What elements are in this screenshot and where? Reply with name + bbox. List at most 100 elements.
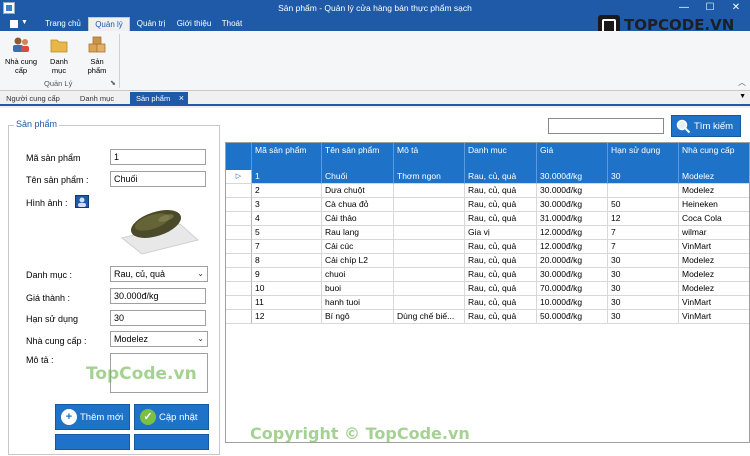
them-moi-button[interactable]: + Thêm mới	[55, 404, 130, 430]
tab-thoat[interactable]: Thoát	[218, 17, 246, 31]
cell-ma[interactable]: 7	[252, 240, 322, 254]
cell-ma[interactable]: 3	[252, 198, 322, 212]
cell-mota[interactable]	[394, 254, 465, 268]
han-su-dung-input[interactable]: 30	[110, 310, 206, 326]
collapse-ribbon-icon[interactable]: ︿	[738, 77, 746, 88]
table-row[interactable]: 5 Rau lang Gia vị 12.000đ/kg 7 wilmar	[226, 226, 749, 240]
cell-ten[interactable]: Cà chua đỏ	[322, 198, 394, 212]
cell-danhmuc[interactable]: Rau, củ, quả	[465, 254, 537, 268]
tab-trang-chu[interactable]: Trang chủ	[40, 17, 86, 31]
cell-gia[interactable]: 70.000đ/kg	[537, 282, 608, 296]
row-header[interactable]	[226, 268, 252, 282]
tab-gioi-thieu[interactable]: Giới thiệu	[172, 17, 216, 31]
row-header[interactable]	[226, 212, 252, 226]
cell-ma[interactable]: 12	[252, 310, 322, 324]
san-pham-button[interactable]: Sản phẩm	[80, 35, 114, 75]
row-header[interactable]	[226, 296, 252, 310]
cell-ncc[interactable]: Modelez	[679, 254, 749, 268]
cell-danhmuc[interactable]: Rau, củ, quả	[465, 240, 537, 254]
cell-gia[interactable]: 12.000đ/kg	[537, 226, 608, 240]
cell-ten[interactable]: chuoi	[322, 268, 394, 282]
cell-ncc[interactable]: VinMart	[679, 296, 749, 310]
cell-gia[interactable]: 30.000đ/kg	[537, 184, 608, 198]
header-han-su-dung[interactable]: Hạn sử dụng	[608, 143, 679, 170]
cell-ncc[interactable]: VinMart	[679, 240, 749, 254]
table-row[interactable]: 11 hanh tuoi Rau, củ, quả 10.000đ/kg 30 VinMa…	[226, 296, 749, 310]
table-row[interactable]: 9 chuoi Rau, củ, quả 30.000đ/kg 30 Modelez	[226, 268, 749, 282]
cell-han[interactable]: 7	[608, 226, 679, 240]
cell-han[interactable]: 30	[608, 310, 679, 324]
table-row[interactable]: 7 Cải cúc Rau, củ, quả 12.000đ/kg 7 VinMart	[226, 240, 749, 254]
cell-gia[interactable]: 12.000đ/kg	[537, 240, 608, 254]
cap-nhat-button[interactable]: ✓ Cập nhật	[134, 404, 209, 430]
cell-han[interactable]	[608, 184, 679, 198]
tab-list-dropdown-icon[interactable]: ▼	[739, 93, 746, 100]
cell-ten[interactable]: Chuối	[322, 170, 394, 184]
table-row[interactable]: 3 Cà chua đỏ Rau, củ, quả 30.000đ/kg 50 Heine…	[226, 198, 749, 212]
delete-button-partial[interactable]	[55, 434, 130, 450]
cell-han[interactable]: 30	[608, 268, 679, 282]
header-gia[interactable]: Giá	[537, 143, 608, 170]
cell-ma[interactable]: 8	[252, 254, 322, 268]
cell-han[interactable]: 30	[608, 282, 679, 296]
search-input[interactable]	[548, 118, 664, 134]
row-header[interactable]	[226, 282, 252, 296]
cell-ten[interactable]: Cải chíp L2	[322, 254, 394, 268]
reset-button-partial[interactable]	[134, 434, 209, 450]
cell-mota[interactable]	[394, 184, 465, 198]
cell-ncc[interactable]: wilmar	[679, 226, 749, 240]
cell-danhmuc[interactable]: Rau, củ, quả	[465, 282, 537, 296]
cell-gia[interactable]: 20.000đ/kg	[537, 254, 608, 268]
cell-ten[interactable]: Cải cúc	[322, 240, 394, 254]
cell-ncc[interactable]: VinMart	[679, 310, 749, 324]
row-header[interactable]	[226, 198, 252, 212]
cell-ncc[interactable]: Heineken	[679, 198, 749, 212]
cell-ten[interactable]: hanh tuoi	[322, 296, 394, 310]
product-table[interactable]: Mã sản phẩm Tên sản phẩm Mô tả Danh mục …	[225, 142, 750, 443]
tab-quan-ly[interactable]: Quản lý	[88, 17, 130, 31]
cell-han[interactable]: 30	[608, 296, 679, 310]
cell-danhmuc[interactable]: Rau, củ, quả	[465, 170, 537, 184]
cell-mota[interactable]: Dùng chế biế...	[394, 310, 465, 324]
danh-muc-select[interactable]: Rau, củ, quả ⌄	[110, 266, 208, 282]
cell-gia[interactable]: 31.000đ/kg	[537, 212, 608, 226]
cell-ncc[interactable]: Coca Cola	[679, 212, 749, 226]
gia-thanh-input[interactable]: 30.000đ/kg	[110, 288, 206, 304]
cell-ten[interactable]: Cải thảo	[322, 212, 394, 226]
application-menu-button[interactable]: ▼	[8, 19, 28, 29]
cell-han[interactable]: 30	[608, 170, 679, 184]
row-header[interactable]	[226, 310, 252, 324]
cell-gia[interactable]: 30.000đ/kg	[537, 268, 608, 282]
tab-quan-tri[interactable]: Quản trị	[132, 17, 170, 31]
ma-san-pham-input[interactable]: 1	[110, 149, 206, 165]
table-row[interactable]: ▷ 1 Chuối Thơm ngon Rau, củ, quả 30.000đ/kg 30…	[226, 170, 749, 184]
cell-ma[interactable]: 11	[252, 296, 322, 310]
cell-ncc[interactable]: Modelez	[679, 170, 749, 184]
doc-tab-danh-muc[interactable]: Danh mục	[70, 92, 124, 105]
choose-image-button[interactable]	[75, 195, 89, 208]
search-button[interactable]: Tìm kiếm	[671, 115, 741, 137]
cell-mota[interactable]: Thơm ngon	[394, 170, 465, 184]
cell-mota[interactable]	[394, 296, 465, 310]
close-button[interactable]: ✕	[728, 1, 744, 15]
cell-mota[interactable]	[394, 268, 465, 282]
cell-ten[interactable]: buoi	[322, 282, 394, 296]
dialog-launcher-icon[interactable]: ⬊	[110, 79, 116, 87]
cell-danhmuc[interactable]: Rau, củ, quả	[465, 296, 537, 310]
header-danh-muc[interactable]: Danh mục	[465, 143, 537, 170]
table-row[interactable]: 2 Dưa chuột Rau, củ, quả 30.000đ/kg Modelez	[226, 184, 749, 198]
row-header[interactable]	[226, 254, 252, 268]
danh-muc-button[interactable]: Danh mục	[42, 35, 76, 75]
cell-han[interactable]: 50	[608, 198, 679, 212]
header-mo-ta[interactable]: Mô tả	[394, 143, 465, 170]
cell-ma[interactable]: 4	[252, 212, 322, 226]
row-header[interactable]: ▷	[226, 170, 252, 184]
cell-danhmuc[interactable]: Rau, củ, quả	[465, 198, 537, 212]
doc-tab-nguoi-cung-cap[interactable]: Người cung cấp	[4, 92, 62, 105]
table-row[interactable]: 4 Cải thảo Rau, củ, quả 31.000đ/kg 12 Coca Co…	[226, 212, 749, 226]
cell-danhmuc[interactable]: Rau, củ, quả	[465, 184, 537, 198]
cell-mota[interactable]	[394, 226, 465, 240]
minimize-button[interactable]: —	[676, 1, 692, 15]
cell-ma[interactable]: 10	[252, 282, 322, 296]
cell-ma[interactable]: 1	[252, 170, 322, 184]
